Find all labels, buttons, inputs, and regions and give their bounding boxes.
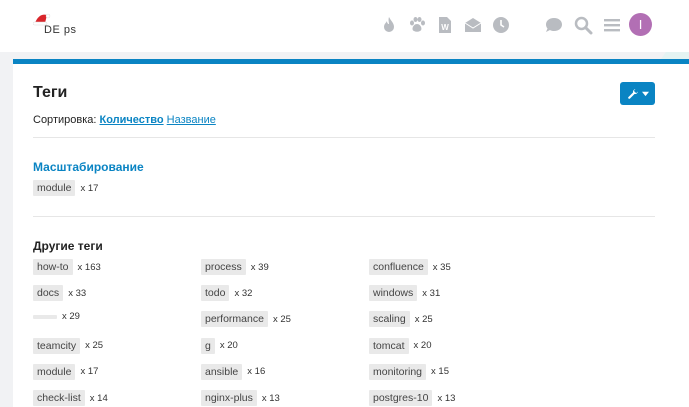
tag-list-item: module x 17 bbox=[33, 363, 99, 380]
tag-list-item: how-to x 163 bbox=[33, 259, 101, 275]
site-logo[interactable]: DE ps bbox=[30, 10, 90, 40]
tag-list-item: module x 17 bbox=[33, 180, 98, 196]
sort-label: Сортировка: bbox=[33, 114, 97, 126]
tag-link[interactable]: module bbox=[33, 180, 76, 196]
divider bbox=[33, 137, 655, 138]
tag-link[interactable]: nginx-plus bbox=[201, 390, 257, 406]
tag-count: x 13 bbox=[261, 392, 280, 404]
caret-down-icon bbox=[641, 91, 649, 97]
divider bbox=[33, 216, 655, 217]
tag-count: x 32 bbox=[234, 287, 253, 299]
tag-list-item: x 29 bbox=[33, 311, 80, 322]
sort-controls: Сортировка: Количество Название bbox=[33, 114, 216, 126]
tag-link[interactable]: teamcity bbox=[33, 337, 81, 354]
tag-link[interactable]: windows bbox=[369, 285, 418, 302]
tag-list-item: process x 39 bbox=[201, 259, 269, 275]
site-header: DE ps W I bbox=[0, 0, 689, 52]
wrench-icon bbox=[627, 88, 638, 99]
tags-panel: Теги Сортировка: Количество Название Мас… bbox=[13, 59, 689, 407]
tag-list-item: monitoring x 15 bbox=[369, 363, 449, 380]
search-icon[interactable] bbox=[572, 14, 594, 36]
tag-link[interactable]: how-to bbox=[33, 259, 73, 275]
tag-link[interactable]: monitoring bbox=[369, 363, 427, 380]
tag-link[interactable]: performance bbox=[201, 311, 268, 328]
tag-count: x 163 bbox=[77, 261, 101, 273]
svg-text:W: W bbox=[441, 23, 449, 32]
tag-link[interactable]: tomcat bbox=[369, 337, 409, 354]
fire-icon[interactable] bbox=[378, 14, 400, 36]
tag-list-item: performance x 25 bbox=[201, 311, 291, 328]
tag-link[interactable]: g bbox=[201, 337, 215, 354]
paw-icon[interactable] bbox=[406, 14, 428, 36]
admin-tools-button[interactable] bbox=[620, 82, 655, 105]
tag-count: x 20 bbox=[413, 340, 432, 352]
sort-by-name-link[interactable]: Название bbox=[167, 114, 216, 126]
tag-list-item: todo x 32 bbox=[201, 285, 253, 302]
tag-count: x 39 bbox=[250, 261, 269, 273]
page-title: Теги bbox=[33, 84, 68, 101]
tag-list-item: g x 20 bbox=[201, 337, 238, 354]
tag-link[interactable]: module bbox=[33, 363, 76, 380]
envelope-icon[interactable] bbox=[462, 14, 484, 36]
tag-count: x 16 bbox=[247, 366, 266, 378]
tag-count: x 25 bbox=[414, 313, 433, 325]
category-title[interactable]: Масштабирование bbox=[33, 160, 144, 174]
tag-count: x 20 bbox=[219, 340, 238, 352]
tag-list-item: tomcat x 20 bbox=[369, 337, 432, 354]
tag-link[interactable] bbox=[33, 314, 57, 319]
tag-list-item: check-list x 14 bbox=[33, 390, 108, 406]
tag-count: x 29 bbox=[62, 311, 80, 323]
tag-count: x 25 bbox=[85, 340, 104, 352]
user-avatar[interactable]: I bbox=[629, 13, 652, 36]
tag-count: x 35 bbox=[432, 261, 451, 273]
menu-icon[interactable] bbox=[601, 14, 623, 36]
tag-link[interactable]: postgres-10 bbox=[369, 390, 433, 406]
sort-by-count-link[interactable]: Количество bbox=[100, 114, 164, 126]
tag-list-item: nginx-plus x 13 bbox=[201, 390, 280, 406]
tag-count: x 31 bbox=[422, 287, 441, 299]
tag-link[interactable]: todo bbox=[201, 285, 230, 302]
tag-link[interactable]: check-list bbox=[33, 390, 85, 406]
tag-list-item: scaling x 25 bbox=[369, 311, 433, 328]
tag-link[interactable]: process bbox=[201, 259, 246, 275]
tag-count: x 17 bbox=[80, 366, 99, 378]
tag-list-item: ansible x 16 bbox=[201, 363, 266, 380]
clock-icon[interactable] bbox=[490, 14, 512, 36]
tag-count: x 17 bbox=[80, 182, 99, 194]
tag-count: x 33 bbox=[68, 287, 87, 299]
chat-icon[interactable] bbox=[543, 14, 565, 36]
tag-count: x 14 bbox=[89, 392, 108, 404]
logo-text: DE ps bbox=[44, 24, 77, 36]
tag-link[interactable]: docs bbox=[33, 285, 64, 302]
tag-list-item: docs x 33 bbox=[33, 285, 87, 302]
tag-list-item: postgres-10 x 13 bbox=[369, 390, 455, 406]
tag-count: x 15 bbox=[431, 366, 449, 378]
tag-list-item: windows x 31 bbox=[369, 285, 441, 302]
tag-link[interactable]: ansible bbox=[201, 363, 243, 380]
tag-list-item: confluence x 35 bbox=[369, 259, 451, 275]
document-w-icon[interactable]: W bbox=[434, 14, 456, 36]
other-tags-title: Другие теги bbox=[33, 239, 103, 253]
tag-link[interactable]: scaling bbox=[369, 311, 410, 328]
tag-count: x 25 bbox=[272, 313, 291, 325]
tag-list-item: teamcity x 25 bbox=[33, 337, 104, 354]
tag-link[interactable]: confluence bbox=[369, 259, 428, 275]
tag-count: x 13 bbox=[437, 392, 456, 404]
